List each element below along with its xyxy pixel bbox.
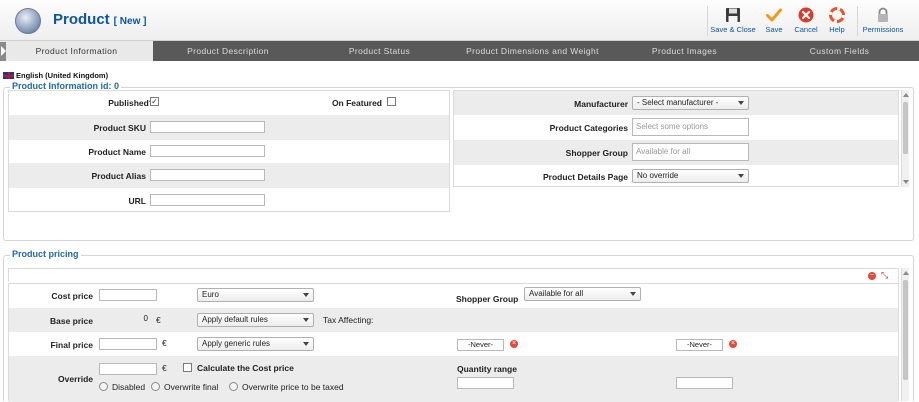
manufacturer-label: Manufacturer	[574, 99, 628, 109]
url-label: URL	[128, 196, 146, 206]
base-price-input[interactable]: 0	[99, 314, 151, 326]
product-pricing-legend: Product pricing	[10, 249, 81, 259]
basic-info-panel: Published? ✓ On Featured Product SKU Pro…	[8, 90, 450, 212]
chevron-down-icon	[738, 174, 744, 178]
price-date-from[interactable]: -Never-	[457, 339, 504, 351]
lifebuoy-icon	[829, 7, 845, 23]
override-label: Override	[58, 374, 93, 384]
name-input[interactable]	[150, 145, 265, 157]
remove-price-icon[interactable]: −	[868, 272, 876, 280]
language-indicator: English (United Kingdom)	[3, 71, 108, 80]
calculate-cost-checkbox[interactable]	[183, 363, 192, 372]
toolbar-divider	[707, 6, 708, 36]
shopper-group-label: Shopper Group	[565, 148, 628, 158]
permissions-button[interactable]: Permissions	[860, 2, 906, 38]
cancel-button[interactable]: Cancel	[790, 2, 822, 38]
tab-product-images[interactable]: Product Images	[609, 41, 760, 61]
toolbar-divider	[857, 6, 858, 36]
radio-disabled[interactable]	[99, 382, 108, 391]
price-date-to[interactable]: -Never-	[676, 339, 723, 351]
sku-input[interactable]	[150, 121, 265, 133]
pricing-shopper-group-label: Shopper Group	[456, 294, 519, 304]
tab-product-information[interactable]: Product Information	[0, 41, 153, 61]
classification-panel: Manufacturer - Select manufacturer - Pro…	[453, 90, 899, 187]
shopper-group-multiselect[interactable]: Available for all	[632, 143, 749, 161]
radio-overwrite-taxed[interactable]	[229, 382, 238, 391]
chevron-down-icon	[303, 293, 309, 297]
sku-label: Product SKU	[93, 123, 146, 133]
checkmark-icon	[766, 8, 782, 22]
scroll-thumb[interactable]	[903, 102, 908, 154]
final-price-currency: €	[162, 338, 167, 348]
final-price-label: Final price	[50, 340, 93, 350]
chevron-down-icon	[630, 292, 636, 296]
cost-price-input[interactable]	[99, 289, 157, 301]
app-logo	[15, 8, 41, 34]
quantity-start-input[interactable]	[457, 377, 514, 389]
base-price-currency: €	[156, 315, 161, 325]
radio-overwrite-taxed-label: Overwrite price to be taxed	[242, 382, 344, 392]
lock-icon	[878, 7, 888, 22]
manufacturer-select[interactable]: - Select manufacturer -	[632, 96, 749, 110]
url-input[interactable]	[150, 194, 265, 206]
tax-affecting-label: Tax Affecting:	[323, 315, 374, 325]
classification-scrollbar[interactable]	[901, 90, 909, 187]
cancel-icon	[798, 7, 814, 23]
help-button[interactable]: Help	[824, 2, 850, 38]
published-checkbox[interactable]: ✓	[150, 97, 159, 106]
scroll-up-icon	[903, 93, 909, 97]
save-close-button[interactable]: Save & Close	[709, 2, 757, 38]
details-page-select[interactable]: No override	[632, 169, 749, 183]
quantity-end-input[interactable]	[676, 377, 733, 389]
radio-disabled-label: Disabled	[112, 382, 146, 392]
alias-input[interactable]	[150, 169, 265, 181]
alias-label: Product Alias	[91, 171, 146, 181]
floppy-icon	[726, 8, 740, 22]
radio-overwrite-final-label: Overwrite final	[164, 382, 219, 392]
clear-date-to-icon[interactable]: ×	[729, 340, 737, 348]
arrow-right-icon	[1, 46, 6, 56]
chevron-down-icon	[303, 318, 309, 322]
final-price-input[interactable]	[99, 338, 157, 350]
toolbar: Product[ New ] Save & Close Save Cancel …	[0, 0, 919, 41]
save-button[interactable]: Save	[759, 2, 789, 38]
published-label: Published?	[108, 98, 154, 108]
page-title: Product[ New ]	[53, 11, 147, 28]
base-price-label: Base price	[50, 316, 93, 326]
scroll-up-icon	[903, 271, 909, 275]
final-price-rules-select[interactable]: Apply generic rules	[197, 337, 314, 351]
tab-product-dimensions[interactable]: Product Dimensions and Weight	[456, 41, 609, 61]
featured-label: On Featured	[331, 98, 382, 108]
pricing-scrollbar[interactable]	[901, 268, 909, 401]
chevron-down-icon	[303, 342, 309, 346]
pricing-header-strip	[8, 268, 899, 282]
pricing-shopper-group-select[interactable]: Available for all	[524, 287, 641, 301]
override-currency: €	[162, 363, 167, 373]
cost-price-label: Cost price	[51, 291, 93, 301]
tab-bar: Product Information Product Description …	[0, 41, 919, 61]
quantity-range-label: Quantity range	[457, 364, 517, 374]
currency-select[interactable]: Euro	[197, 288, 314, 302]
name-label: Product Name	[88, 147, 146, 157]
tab-product-description[interactable]: Product Description	[153, 41, 303, 61]
base-price-rules-select[interactable]: Apply default rules	[197, 313, 314, 327]
page-subtitle: [ New ]	[113, 16, 147, 27]
categories-label: Product Categories	[549, 123, 628, 133]
uk-flag-icon	[3, 72, 14, 79]
scroll-thumb[interactable]	[903, 280, 908, 380]
details-page-label: Product Details Page	[542, 172, 628, 182]
chevron-down-icon	[738, 101, 744, 105]
tab-custom-fields[interactable]: Custom Fields	[760, 41, 919, 61]
override-price-input[interactable]	[99, 363, 157, 375]
radio-overwrite-final[interactable]	[151, 382, 160, 391]
tab-product-status[interactable]: Product Status	[303, 41, 456, 61]
collapse-icon[interactable]: ⤡	[881, 271, 888, 280]
categories-multiselect[interactable]: Select some options	[632, 118, 749, 136]
calculate-cost-label: Calculate the Cost price	[197, 363, 294, 373]
scroll-down-icon	[903, 180, 909, 184]
clear-date-from-icon[interactable]: ×	[510, 340, 518, 348]
featured-checkbox[interactable]	[387, 97, 396, 106]
